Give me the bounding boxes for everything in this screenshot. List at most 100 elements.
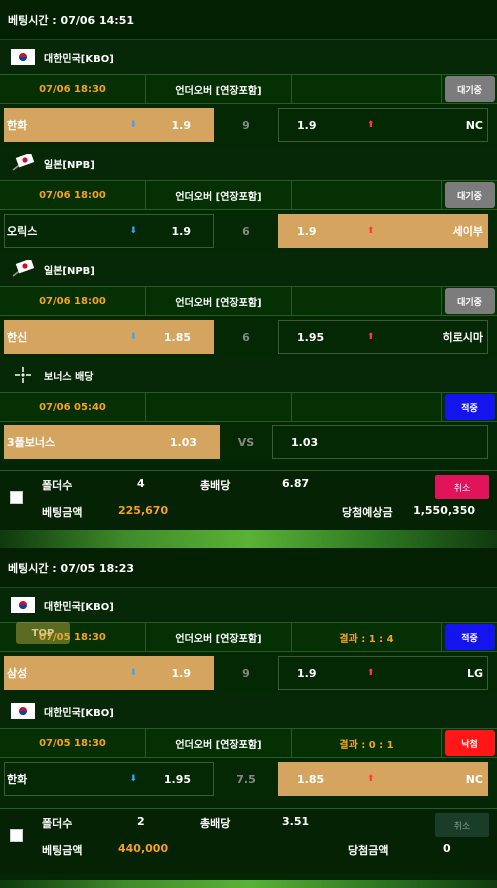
home-team: 한신 [7,331,28,344]
pick-row: 한신 ⬇ 1.85 6 1.95 ⬆ 히로시마 [0,316,497,358]
bet-time-header: 베팅시간 : 07/05 18:23 [0,548,497,588]
bet-kind: 언더오버 [연장포함] [146,623,292,651]
up-arrow-icon: ⬆ [367,668,375,678]
up-arrow-icon: ⬆ [367,774,375,784]
away-team: NC [465,118,483,132]
bonus-odds: 1.03 [169,435,197,449]
league-name: 일본[NPB] [44,159,95,171]
win-amount-label: 당첨금액 [348,844,389,857]
game-info-row: 07/05 18:30 언더오버 [연장포함] 결과 : 1 : 4 적중 [0,622,497,652]
total-odds: 6.87 [282,477,310,490]
away-odds: 1.9 [297,666,317,680]
bonus-name: 3폴보너스 [7,436,56,449]
folders-label: 폴더수 [42,817,73,830]
game-result: 결과 : 1 : 4 [292,623,442,651]
home-odds: 1.9 [171,118,192,132]
grass-divider [0,880,497,888]
game-result [292,181,442,209]
home-pick[interactable]: 삼성 ⬇ 1.9 [4,656,214,690]
league-name: 대한민국[KBO] [44,707,114,719]
bet-amount-label: 베팅금액 [42,844,83,857]
home-team: 삼성 [7,667,28,680]
cancel-button[interactable]: 취소 [435,813,489,837]
bonus-odds-right: 1.03 [272,425,488,459]
home-odds: 1.95 [163,772,191,786]
away-pick[interactable]: 1.9 ⬆ NC [278,108,488,142]
total-odds: 3.51 [282,815,310,828]
league-row: 대한민국[KBO] [0,588,497,622]
total-odds-label: 총배당 [200,817,231,830]
bet-kind: 언더오버 [연장포함] [146,729,292,757]
bet-amount: 225,670 [118,504,169,517]
home-pick[interactable]: 한신 ⬇ 1.85 [4,320,214,354]
down-arrow-icon: ⬇ [129,120,137,130]
down-arrow-icon: ⬇ [129,668,137,678]
cancel-button[interactable]: 취소 [435,475,489,499]
up-arrow-icon: ⬆ [367,332,375,342]
away-odds: 1.9 [297,118,317,132]
away-odds: 1.9 [297,224,317,238]
away-team: 세이부 [452,225,483,238]
away-pick[interactable]: 1.85 ⬆ NC [278,762,488,796]
select-checkbox[interactable] [10,491,23,504]
bet-kind: 언더오버 [연장포함] [146,181,292,209]
home-odds: 1.85 [163,330,191,344]
ticket-summary: 폴더수 2 총배당 3.51 취소 베팅금액 440,000 당첨금액 0 [0,808,497,874]
total-odds-label: 총배당 [200,479,231,492]
scroll-top-button[interactable]: TOP [16,622,70,644]
away-odds: 1.95 [297,330,325,344]
pick-row: 삼성 ⬇ 1.9 9 1.9 ⬆ LG [0,652,497,694]
vs-label: VS [237,435,255,449]
line-value: 6 [242,330,250,344]
game-time: 07/06 18:30 [0,75,146,103]
home-odds: 1.9 [171,666,192,680]
league-row: 대한민국[KBO] [0,694,497,728]
away-team: NC [465,772,483,786]
game-result [292,287,442,315]
game-time: 07/06 05:40 [0,393,146,421]
status-badge: 낙첨 [444,730,495,756]
home-pick[interactable]: 한화 ⬇ 1.95 [4,762,214,796]
home-team: 오릭스 [7,225,38,238]
game-time: 07/05 18:30 [0,729,146,757]
game-info-row: 07/06 18:30 언더오버 [연장포함] 대기중 [0,74,497,104]
league-row: 대한민국[KBO] [0,40,497,74]
bonus-pick[interactable]: 3폴보너스 1.03 [4,425,220,459]
pick-row: 오릭스 ⬇ 1.9 6 1.9 ⬆ 세이부 [0,210,497,252]
status-badge: 대기중 [444,182,495,208]
away-team: 히로시마 [442,331,483,344]
away-pick[interactable]: 1.95 ⬆ 히로시마 [278,320,488,354]
select-checkbox[interactable] [10,829,23,842]
folders-count: 2 [137,815,145,828]
game-time: 07/06 18:00 [0,287,146,315]
league-name: 보너스 배당 [44,371,94,383]
home-pick[interactable]: 오릭스 ⬇ 1.9 [4,214,214,248]
game-info-row: 07/06 18:00 언더오버 [연장포함] 대기중 [0,180,497,210]
league-row: 일본[NPB] [0,252,497,286]
bet-amount-label: 베팅금액 [42,506,83,519]
away-pick[interactable]: 1.9 ⬆ 세이부 [278,214,488,248]
away-odds: 1.03 [291,435,319,449]
game-info-row: 07/05 18:30 언더오버 [연장포함] 결과 : 0 : 1 낙첨 [0,728,497,758]
away-pick[interactable]: 1.9 ⬆ LG [278,656,488,690]
home-pick[interactable]: 한화 ⬇ 1.9 [4,108,214,142]
home-odds: 1.9 [171,224,192,238]
bet-kind [146,393,292,421]
game-info-row: 07/06 05:40 적중 [0,392,497,422]
home-team: 한화 [7,773,28,786]
pick-row: 한화 ⬇ 1.9 9 1.9 ⬆ NC [0,104,497,146]
league-name: 대한민국[KBO] [44,53,114,65]
pick-row: 한화 ⬇ 1.95 7.5 1.85 ⬆ NC [0,758,497,800]
folders-label: 폴더수 [42,479,73,492]
status-badge: 대기중 [444,76,495,102]
game-result [292,393,442,421]
line-value: 9 [242,118,250,132]
home-team: 한화 [7,119,28,132]
away-odds: 1.85 [297,772,325,786]
expected-win: 1,550,350 [413,504,475,517]
line-value: 7.5 [236,772,256,786]
status-badge: 대기중 [444,288,495,314]
korea-flag-icon [10,47,36,67]
folders-count: 4 [137,477,145,490]
grass-divider [0,530,497,548]
